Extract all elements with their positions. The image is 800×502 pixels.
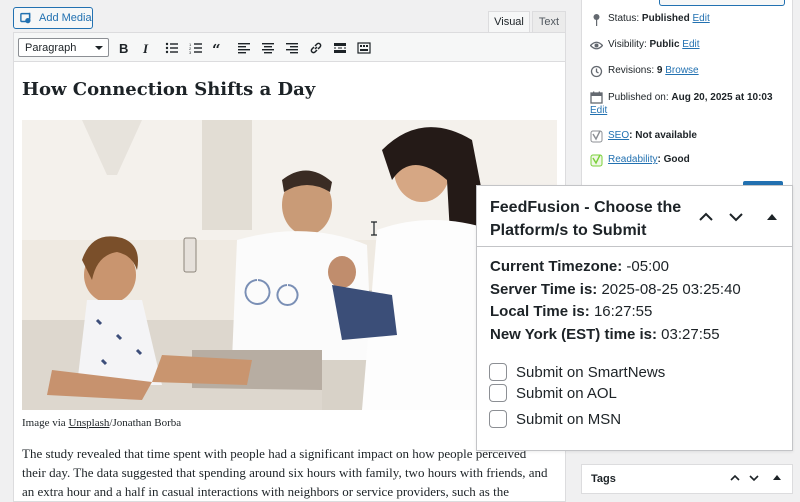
- status-value: Published: [641, 13, 690, 24]
- yoast-readability-icon: [590, 154, 603, 167]
- smartnews-label: Submit on SmartNews: [516, 363, 666, 381]
- move-down-icon[interactable]: [727, 208, 745, 226]
- read-more-icon[interactable]: [332, 40, 348, 56]
- published-label: Published on:: [608, 92, 669, 103]
- visibility-row: Visibility: Public Edit: [590, 39, 700, 52]
- ny-time-value: 03:27:55: [661, 326, 720, 343]
- readability-row: Readability: Good: [590, 154, 690, 167]
- local-time-value: 16:27:55: [593, 303, 653, 320]
- numbered-list-icon[interactable]: 123: [188, 40, 204, 56]
- align-left-icon[interactable]: [236, 40, 252, 56]
- bulleted-list-icon[interactable]: [164, 40, 180, 56]
- visibility-edit-link[interactable]: Edit: [682, 39, 699, 50]
- collapse-icon[interactable]: [763, 208, 781, 226]
- link-icon[interactable]: [308, 40, 324, 56]
- text-cursor-icon: [371, 221, 377, 236]
- bold-icon[interactable]: B: [116, 40, 132, 56]
- toolbar-toggle-icon[interactable]: [356, 40, 372, 56]
- chevron-down-icon: [95, 45, 103, 50]
- local-time-line: Local Time is: 16:27:55: [490, 303, 652, 320]
- visibility-label: Visibility:: [608, 39, 647, 50]
- tab-visual[interactable]: Visual: [488, 11, 530, 32]
- feedfusion-title: FeedFusion - Choose the Platform/s to Su…: [490, 199, 682, 239]
- tags-title: Tags: [591, 473, 616, 485]
- published-row: Published on: Aug 20, 2025 at 10:03 Edit: [590, 91, 795, 117]
- seo-value: : Not available: [629, 130, 697, 141]
- tab-text[interactable]: Text: [532, 11, 566, 32]
- local-time-label: Local Time is:: [490, 303, 590, 320]
- aol-checkbox[interactable]: [489, 384, 507, 402]
- revisions-row: Revisions: 9 Browse: [590, 65, 699, 78]
- add-media-button[interactable]: Add Media: [13, 7, 93, 29]
- published-value: Aug 20, 2025 at 10:03: [671, 92, 773, 103]
- yoast-seo-icon: [590, 130, 603, 143]
- image-caption: Image via Unsplash/Jonathan Borba: [22, 417, 181, 429]
- aol-option[interactable]: Submit on AOL: [489, 384, 617, 402]
- post-heading: How Connection Shifts a Day: [22, 79, 316, 100]
- move-up-icon[interactable]: [697, 208, 715, 226]
- seo-link[interactable]: SEO: [608, 130, 629, 141]
- italic-icon[interactable]: I: [139, 40, 155, 56]
- move-down-icon[interactable]: [747, 471, 761, 485]
- msn-label: Submit on MSN: [516, 410, 622, 428]
- media-icon: [20, 12, 31, 24]
- align-right-icon[interactable]: [284, 40, 300, 56]
- revisions-label: Revisions:: [608, 65, 655, 76]
- format-select[interactable]: Paragraph: [18, 38, 109, 57]
- server-time-label: Server Time is:: [490, 281, 598, 298]
- seo-row: SEO: Not available: [590, 130, 697, 143]
- readability-link[interactable]: Readability: [608, 154, 657, 165]
- svg-text:I: I: [142, 41, 149, 55]
- status-row: Status: Published Edit: [590, 13, 710, 26]
- add-media-label: Add Media: [39, 12, 92, 24]
- move-up-icon[interactable]: [728, 471, 742, 485]
- caption-link[interactable]: Unsplash: [68, 417, 109, 429]
- server-time-line: Server Time is: 2025-08-25 03:25:40: [490, 281, 741, 298]
- server-time-value: 2025-08-25 03:25:40: [601, 281, 741, 298]
- msn-option[interactable]: Submit on MSN: [489, 410, 621, 428]
- pin-icon: [593, 14, 600, 26]
- timezone-value: -05:00: [626, 258, 669, 275]
- status-edit-link[interactable]: Edit: [693, 13, 710, 24]
- smartnews-option[interactable]: Submit on SmartNews: [489, 363, 665, 381]
- revisions-browse-link[interactable]: Browse: [665, 65, 698, 76]
- caption-prefix: Image via: [22, 417, 69, 429]
- ny-time-line: New York (EST) time is: 03:27:55: [490, 326, 720, 343]
- smartnews-checkbox[interactable]: [489, 363, 507, 381]
- collapse-icon[interactable]: [770, 471, 784, 485]
- caption-suffix: /Jonathan Borba: [109, 417, 182, 429]
- visibility-value: Public: [649, 39, 680, 50]
- revisions-value: 9: [656, 65, 663, 76]
- timezone-label: Current Timezone:: [490, 258, 623, 275]
- aol-label: Submit on AOL: [516, 384, 617, 402]
- status-label: Status:: [608, 13, 640, 24]
- blockquote-icon[interactable]: “: [211, 40, 227, 56]
- calendar-icon: [590, 91, 603, 104]
- align-center-icon[interactable]: [260, 40, 276, 56]
- readability-value: : Good: [657, 154, 690, 165]
- svg-text:B: B: [119, 41, 128, 55]
- preview-changes-button[interactable]: [659, 0, 785, 6]
- timezone-line: Current Timezone: -05:00: [490, 258, 669, 275]
- published-edit-link[interactable]: Edit: [590, 105, 607, 116]
- msn-checkbox[interactable]: [489, 410, 507, 428]
- eye-icon: [590, 41, 603, 50]
- format-select-value: Paragraph: [25, 41, 77, 54]
- svg-text:3: 3: [189, 50, 192, 55]
- history-icon: [590, 65, 603, 78]
- ny-time-label: New York (EST) time is:: [490, 326, 657, 343]
- svg-text:“: “: [212, 41, 221, 55]
- post-body-text: The study revealed that time spent with …: [22, 446, 548, 499]
